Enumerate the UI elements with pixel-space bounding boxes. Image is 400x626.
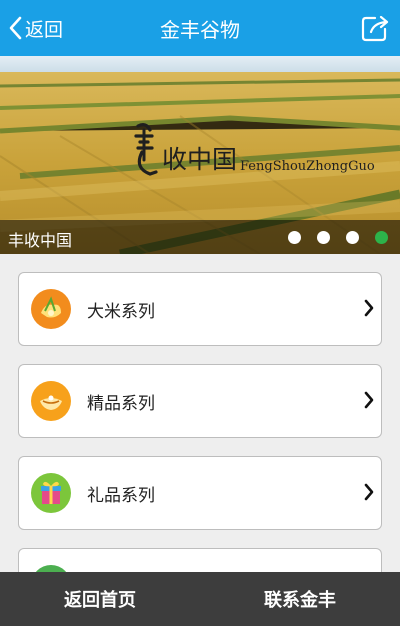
banner-caption: 丰收中国 (8, 231, 73, 250)
share-button[interactable] (360, 13, 390, 43)
banner-logo-pinyin: FengShouZhongGuo (240, 159, 375, 174)
rice-icon (31, 289, 71, 329)
contact-button[interactable]: 联系金丰 (200, 572, 400, 626)
share-icon (361, 15, 389, 42)
carousel-dot[interactable] (346, 231, 359, 244)
gift-icon (31, 473, 71, 513)
page-title: 金丰谷物 (160, 18, 240, 42)
carousel-dot[interactable] (317, 231, 330, 244)
carousel-dot[interactable] (288, 231, 301, 244)
carousel-dot-active[interactable] (375, 231, 388, 244)
chevron-right-icon (364, 483, 374, 501)
menu-item-label: 精品系列 (87, 394, 155, 414)
menu-item-label: 大米系列 (87, 302, 155, 322)
banner-caption-bar: 丰收中国 (0, 220, 400, 254)
banner-logo-text: 收中国 (162, 145, 237, 174)
home-button[interactable]: 返回首页 (0, 572, 200, 626)
menu-item-label: 礼品系列 (87, 486, 155, 506)
menu-item-gift[interactable]: 礼品系列 (18, 456, 382, 530)
menu-item-premium[interactable]: 精品系列 (18, 364, 382, 438)
chevron-right-icon (364, 391, 374, 409)
carousel-indicators (272, 231, 388, 244)
menu-item-rice[interactable]: 大米系列 (18, 272, 382, 346)
bottom-bar: 返回首页 联系金丰 (0, 572, 400, 626)
top-bar: 返回 金丰谷物 (0, 0, 400, 56)
premium-icon (31, 381, 71, 421)
chevron-right-icon (364, 299, 374, 317)
banner-carousel[interactable]: 收中国 FengShouZhongGuo 丰收中国 (0, 56, 400, 254)
